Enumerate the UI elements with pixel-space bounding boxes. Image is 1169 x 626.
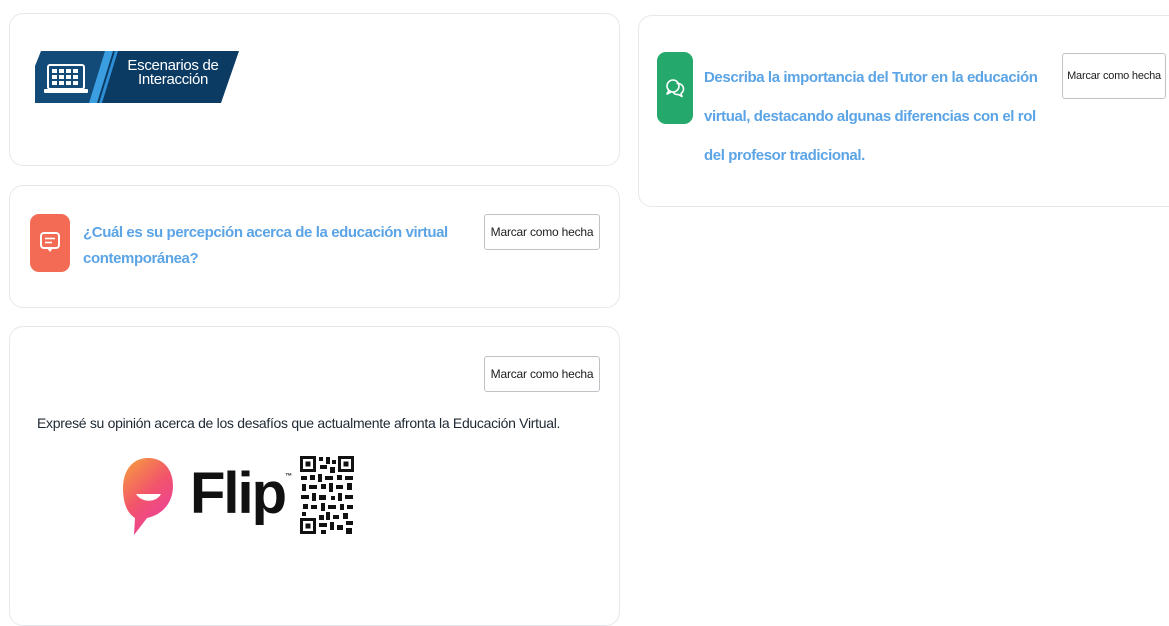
activity-card-flip: Marcar como hecha Expresé su opinión ace… [9,326,620,626]
forum-icon[interactable] [30,214,70,272]
mark-done-button[interactable]: Marcar como hecha [484,214,600,250]
activity-card-tutor: Describa la importancia del Tutor en la … [638,15,1169,207]
escenarios-banner: Escenarios de Interacción [35,48,239,106]
mark-done-button[interactable]: Marcar como hecha [484,356,600,392]
activity-title-link[interactable]: Describa la importancia del Tutor en la … [704,58,1049,175]
trademark-symbol: ™ [285,473,293,480]
flip-wordmark-text: Flip [190,461,287,526]
chat-icon[interactable] [657,52,693,124]
activity-instructions: Expresé su opinión acerca de los desafío… [37,415,561,431]
banner-card: Escenarios de Interacción [9,13,620,166]
activity-card-perception: ¿Cuál es su percepción acerca de la educ… [9,185,620,308]
banner-title: Escenarios de Interacción [113,58,233,88]
activity-title-link[interactable]: ¿Cuál es su percepción acerca de la educ… [83,220,463,272]
banner-title-line2: Interacción [137,71,209,88]
qr-code-icon[interactable] [299,455,355,535]
flip-logo-icon [123,458,173,535]
mark-done-button[interactable]: Marcar como hecha [1062,53,1166,99]
flip-wordmark: Flip™ [190,465,292,523]
